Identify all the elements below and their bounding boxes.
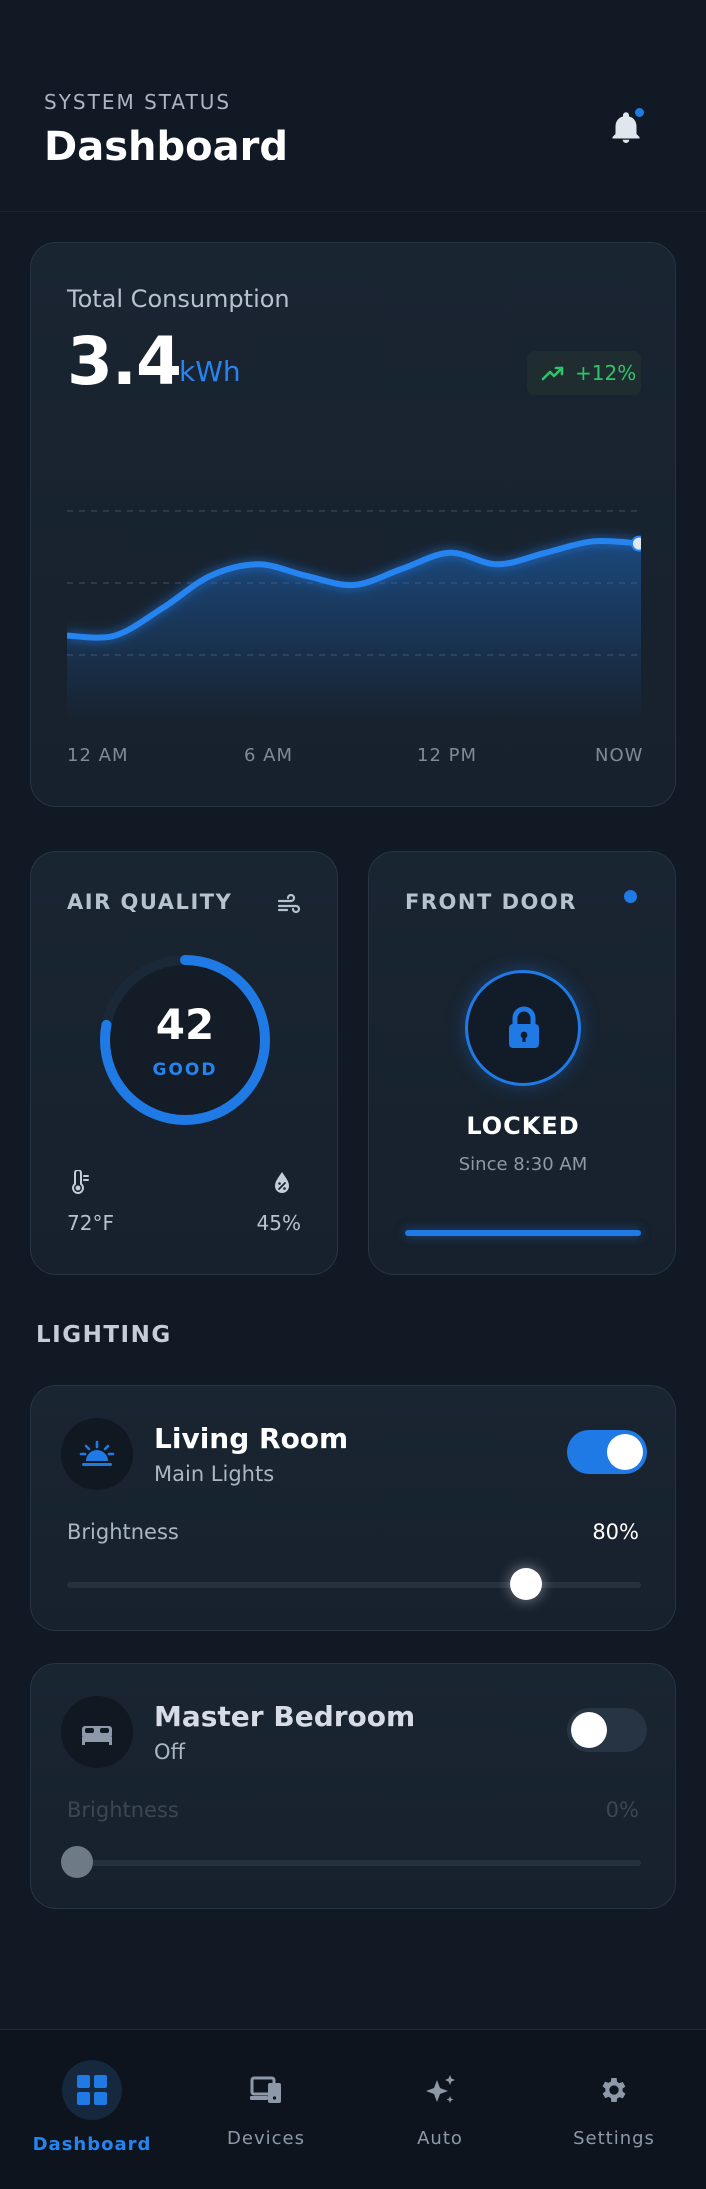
page-title: Dashboard: [44, 124, 288, 170]
section-title-lighting: LIGHTING: [36, 1322, 172, 1348]
light-subtitle: Off: [154, 1740, 185, 1764]
grid-icon: [62, 2060, 122, 2120]
x-tick-label: 6 AM: [244, 745, 294, 766]
air-quality-status: GOOD: [152, 1060, 218, 1080]
sunrise-icon: [61, 1418, 133, 1490]
lock-icon: [509, 1006, 539, 1048]
bottom-nav: Dashboard Devices Auto Settings: [0, 2029, 706, 2189]
lock-button[interactable]: [465, 970, 581, 1086]
nav-item-auto[interactable]: Auto: [352, 2030, 528, 2189]
light-toggle[interactable]: [567, 1430, 647, 1474]
light-name: Master Bedroom: [154, 1700, 416, 1733]
notification-badge: [633, 106, 646, 119]
header-eyebrow: SYSTEM STATUS: [44, 90, 232, 114]
brightness-value: 80%: [592, 1520, 639, 1544]
chart-area: [67, 540, 641, 723]
notifications-button[interactable]: [604, 104, 648, 152]
brightness-slider-thumb[interactable]: [61, 1846, 93, 1878]
x-tick-label: 12 PM: [417, 745, 478, 766]
brightness-slider-track[interactable]: [67, 1860, 641, 1866]
thermometer-icon: [72, 1170, 89, 1194]
front-door-title: FRONT DOOR: [405, 890, 577, 914]
air-quality-card[interactable]: AIR QUALITY 42 GOOD 72°F 45%: [30, 851, 338, 1275]
light-card-living-room[interactable]: Living Room Main Lights Brightness 80%: [30, 1385, 676, 1631]
devices-icon: [236, 2060, 296, 2120]
consumption-chart: [67, 510, 641, 723]
door-state: LOCKED: [466, 1112, 580, 1140]
toggle-knob: [607, 1434, 643, 1470]
nav-item-devices[interactable]: Devices: [178, 2030, 354, 2189]
nav-label: Dashboard: [32, 2134, 152, 2155]
light-name: Living Room: [154, 1422, 349, 1455]
light-subtitle: Main Lights: [154, 1462, 275, 1486]
nav-item-settings[interactable]: Settings: [526, 2030, 702, 2189]
temperature-value: 72°F: [67, 1211, 114, 1235]
x-tick-label: NOW: [595, 745, 644, 766]
x-tick-label: 12 AM: [67, 745, 129, 766]
gear-icon: [584, 2060, 644, 2120]
trending-up-icon: [541, 366, 564, 381]
front-door-card[interactable]: FRONT DOOR LOCKED Since 8:30 AM: [368, 851, 676, 1275]
chart-endpoint: [631, 535, 641, 552]
brightness-slider-track[interactable]: [67, 1582, 641, 1588]
smart-home-app: SYSTEM STATUS Dashboard Total Consumptio…: [0, 0, 706, 2189]
consumption-card[interactable]: Total Consumption 3.4 kWh +12% 12 AM 6 A…: [30, 242, 676, 807]
brightness-label: Brightness: [67, 1798, 179, 1822]
sparkles-icon: [410, 2060, 470, 2120]
status-indicator: [624, 890, 637, 903]
wind-icon: [277, 894, 301, 914]
door-since: Since 8:30 AM: [458, 1154, 588, 1175]
humidity-value: 45%: [256, 1211, 301, 1235]
consumption-unit: kWh: [179, 355, 241, 388]
nav-label: Devices: [227, 2128, 305, 2149]
nav-label: Auto: [417, 2128, 463, 2149]
nav-label: Settings: [573, 2128, 655, 2149]
consumption-label: Total Consumption: [67, 285, 290, 313]
bed-icon: [61, 1696, 133, 1768]
humidity-icon: [275, 1172, 289, 1193]
header: SYSTEM STATUS Dashboard: [0, 0, 706, 212]
air-quality-score: 42: [155, 1000, 215, 1049]
trend-badge: +12%: [527, 351, 641, 395]
brightness-value: 0%: [605, 1798, 639, 1822]
air-quality-title: AIR QUALITY: [67, 890, 233, 914]
brightness-label: Brightness: [67, 1520, 179, 1544]
nav-item-dashboard[interactable]: Dashboard: [4, 2030, 180, 2189]
door-status-bar: [405, 1230, 641, 1236]
toggle-knob: [571, 1712, 607, 1748]
brightness-slider-thumb[interactable]: [510, 1568, 543, 1600]
light-card-master-bedroom[interactable]: Master Bedroom Off Brightness 0%: [30, 1663, 676, 1909]
consumption-value: 3.4: [67, 323, 182, 400]
light-toggle[interactable]: [567, 1708, 647, 1752]
trend-value: +12%: [575, 361, 637, 385]
